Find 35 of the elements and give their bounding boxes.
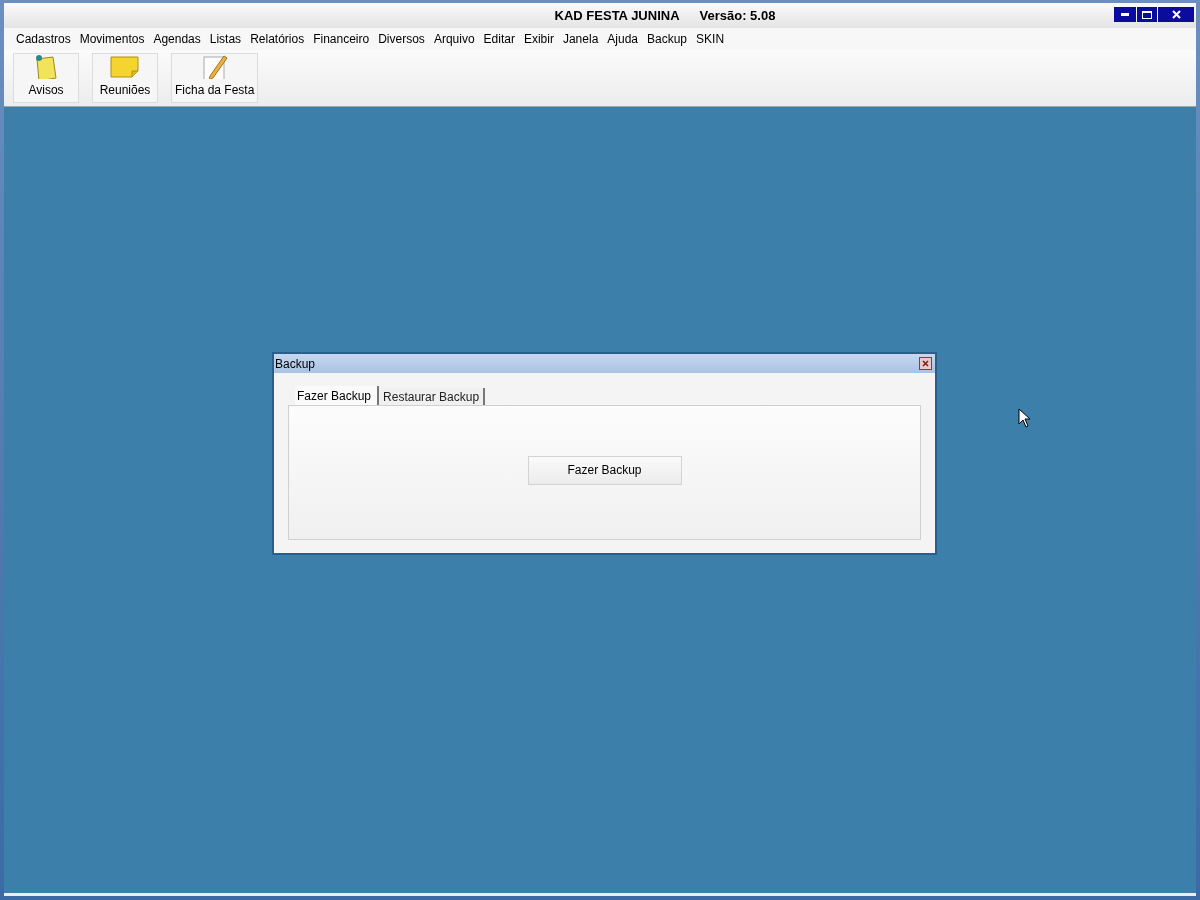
dialog-title: Backup <box>275 355 316 373</box>
toolbar-button[interactable]: Ficha da Festa <box>171 53 259 103</box>
menu-item[interactable]: Diversos <box>378 30 425 48</box>
paper-and-pencil-icon <box>201 54 228 79</box>
menu-item[interactable]: Ajuda <box>607 30 638 48</box>
toolbar-button[interactable]: Avisos <box>13 53 79 103</box>
menu-item[interactable]: Relatórios <box>250 30 305 48</box>
backup-button[interactable]: Fazer Backup <box>527 455 682 485</box>
minimize-icon <box>1121 13 1129 16</box>
mouse-pointer-icon <box>1018 408 1031 428</box>
maximize-icon <box>1142 10 1152 19</box>
close-icon <box>1171 10 1181 19</box>
menu-item[interactable]: Movimentos <box>79 30 145 48</box>
menu-item[interactable]: Backup <box>647 30 688 48</box>
close-icon <box>922 360 929 367</box>
tab[interactable]: Restaurar Backup <box>379 388 486 405</box>
close-button[interactable] <box>919 357 932 370</box>
menu-item[interactable]: Financeiro <box>313 30 370 48</box>
minimize-button[interactable] <box>1114 7 1136 22</box>
menu-item[interactable]: Cadastros <box>16 30 71 48</box>
menu-item[interactable]: Exibir <box>523 30 554 48</box>
sticky-note-icon <box>110 55 140 79</box>
menu-item[interactable]: Editar <box>483 30 515 48</box>
note-with-pin-icon <box>34 54 58 79</box>
maximize-button[interactable] <box>1137 7 1157 22</box>
menu-item[interactable]: Janela <box>562 30 599 48</box>
version-label: Versão: 5.08 <box>699 6 776 25</box>
toolbar-button[interactable]: Reuniões <box>92 53 158 103</box>
menu-item[interactable]: Arquivo <box>433 30 475 48</box>
close-button[interactable] <box>1158 7 1194 22</box>
menu-item[interactable]: Listas <box>209 30 242 48</box>
menu-item[interactable]: SKIN <box>696 30 725 48</box>
window-title: KAD FESTA JUNINA <box>554 6 680 25</box>
tab[interactable]: Fazer Backup <box>295 386 380 405</box>
menu-item[interactable]: Agendas <box>153 30 201 48</box>
